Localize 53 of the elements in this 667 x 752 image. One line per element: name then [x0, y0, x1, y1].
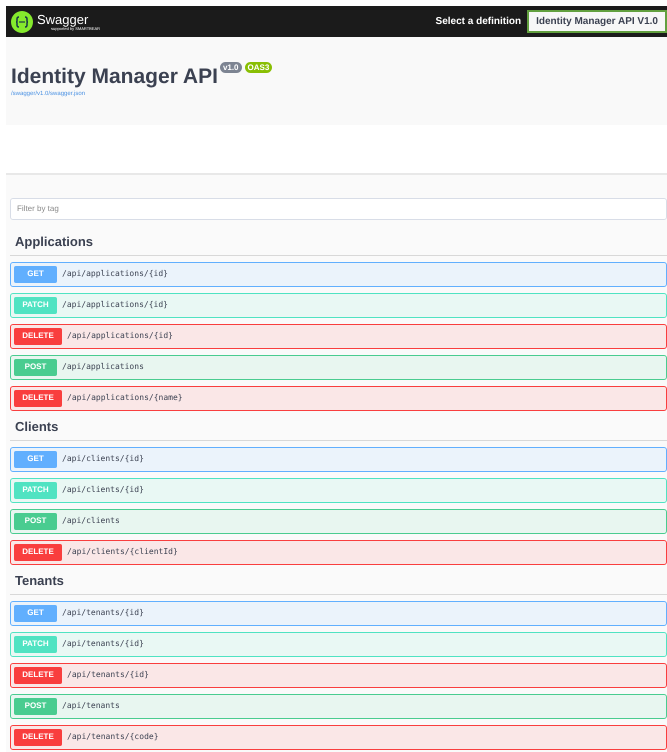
- operation-path: /api/tenants/{code}: [67, 731, 159, 743]
- method-badge: DELETE: [14, 390, 62, 406]
- method-badge: POST: [14, 358, 57, 376]
- method-badge: DELETE: [14, 666, 62, 684]
- method-badge: DELETE: [14, 728, 62, 746]
- operation-path: /api/applications/{id}: [62, 268, 168, 280]
- operation-path: /api/tenants/{id}: [62, 607, 144, 619]
- version-badge: v1.0: [220, 62, 242, 73]
- method-badge: GET: [14, 266, 57, 282]
- section-heading[interactable]: Applications: [15, 234, 94, 248]
- logo-icon: [11, 10, 33, 32]
- method-badge: PATCH: [14, 296, 57, 314]
- operation-path: /api/tenants/{id}: [62, 638, 144, 650]
- method-badge: DELETE: [14, 328, 62, 344]
- operation-row[interactable]: PATCH /api/tenants/{id}: [10, 632, 667, 656]
- method-badge: PATCH: [14, 482, 57, 498]
- operation-row[interactable]: GET /api/clients/{id}: [10, 446, 667, 472]
- operation-row[interactable]: DELETE /api/applications/{id}: [10, 324, 667, 348]
- definition-select[interactable]: Identity Manager API V1.0: [527, 10, 667, 33]
- operation-row[interactable]: PATCH /api/applications/{id}: [10, 292, 667, 318]
- operation-row[interactable]: DELETE /api/tenants/{id}: [10, 662, 667, 688]
- operation-path: /api/tenants/{id}: [67, 669, 149, 681]
- section-heading[interactable]: Clients: [15, 418, 58, 434]
- operation-path: /api/clients/{id}: [62, 484, 144, 496]
- operation-row[interactable]: POST /api/tenants: [10, 694, 667, 718]
- operation-row[interactable]: PATCH /api/clients/{id}: [10, 478, 667, 502]
- oas-badge: OAS3: [244, 62, 272, 73]
- operation-path: /api/clients/{id}: [62, 453, 144, 465]
- logo-text: Swagger: [37, 12, 90, 26]
- operation-row[interactable]: DELETE /api/applications/{name}: [10, 386, 667, 410]
- method-badge: POST: [14, 698, 57, 714]
- operation-path: /api/applications: [62, 361, 144, 373]
- operation-row[interactable]: POST /api/clients: [10, 508, 667, 534]
- method-badge: PATCH: [14, 636, 57, 652]
- definition-label: Select a definition: [436, 15, 522, 29]
- section-heading[interactable]: Tenants: [15, 572, 64, 588]
- method-badge: GET: [14, 450, 57, 468]
- operation-row[interactable]: DELETE /api/clients/{clientId}: [10, 540, 667, 564]
- operation-row[interactable]: POST /api/applications: [10, 354, 667, 380]
- api-title: Identity Manager API: [11, 66, 218, 87]
- method-badge: DELETE: [14, 544, 62, 560]
- operation-path: /api/applications/{name}: [67, 392, 183, 404]
- operation-row[interactable]: GET /api/tenants/{id}: [10, 600, 667, 626]
- operation-path: /api/clients: [62, 515, 120, 527]
- operation-path: /api/tenants: [62, 700, 120, 712]
- method-badge: POST: [14, 512, 57, 530]
- operation-path: /api/applications/{id}: [67, 330, 173, 342]
- operation-path: /api/clients/{clientId}: [67, 546, 178, 558]
- operation-row[interactable]: GET /api/applications/{id}: [10, 262, 667, 286]
- filter-field[interactable]: Filter by tag: [10, 198, 667, 220]
- method-badge: GET: [14, 604, 57, 622]
- operation-path: /api/applications/{id}: [62, 299, 168, 311]
- operation-row[interactable]: DELETE /api/tenants/{code}: [10, 724, 667, 750]
